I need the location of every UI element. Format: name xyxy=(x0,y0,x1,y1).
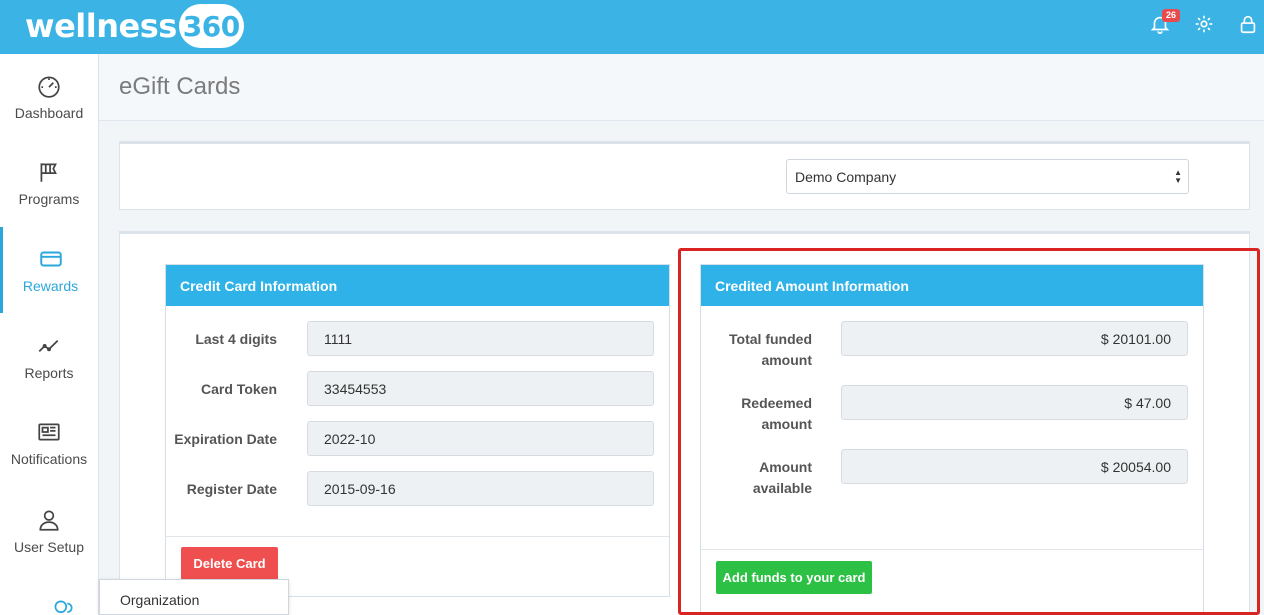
field-label: Card Token xyxy=(201,381,277,397)
card-token-field: 33454553 xyxy=(307,371,654,406)
brand-number: 360 xyxy=(178,4,244,48)
sidebar-item-label: User Setup xyxy=(13,539,85,555)
sidebar-item-reports[interactable]: Reports xyxy=(0,314,98,400)
sidebar-item-label: Rewards xyxy=(22,278,79,294)
field-label: Expiration Date xyxy=(174,431,277,447)
add-funds-button[interactable]: Add funds to your card xyxy=(716,561,872,594)
register-date-field: 2015-09-16 xyxy=(307,471,654,506)
sidebar-item-programs[interactable]: Programs xyxy=(0,140,98,226)
sidebar: Dashboard Programs Rewards Reports Notif… xyxy=(0,54,99,615)
dashboard-gauge-icon xyxy=(38,76,60,98)
expiration-date-field: 2022-10 xyxy=(307,421,654,456)
lock-icon[interactable] xyxy=(1237,13,1259,35)
sidebar-item-label: Reports xyxy=(24,365,74,381)
sidebar-item-dashboard[interactable]: Dashboard xyxy=(0,54,98,140)
credit-card-info-card: Credit Card Information Last 4 digits 11… xyxy=(165,264,670,597)
amount-available-field: $ 20054.00 xyxy=(841,449,1188,484)
organization-icon[interactable] xyxy=(50,597,76,615)
user-setup-person-icon xyxy=(39,510,59,531)
organization-flyout[interactable]: Organization xyxy=(99,579,289,615)
brand-text: wellness xyxy=(25,7,177,45)
field-label: Last 4 digits xyxy=(195,331,277,347)
sidebar-item-label: Programs xyxy=(18,191,80,207)
organization-flyout-label: Organization xyxy=(120,592,200,608)
credited-amount-footer: Add funds to your card xyxy=(701,549,1203,615)
field-label: Amount available xyxy=(752,459,812,496)
total-funded-amount-field: $ 20101.00 xyxy=(841,321,1188,356)
redeemed-amount-field: $ 47.00 xyxy=(841,385,1188,420)
brand-logo[interactable]: wellness 360 xyxy=(25,4,244,48)
credited-amount-info-title: Credited Amount Information xyxy=(701,265,1203,306)
top-bar: wellness 360 26 xyxy=(0,0,1264,54)
delete-card-button[interactable]: Delete Card xyxy=(181,547,278,580)
sidebar-item-user-setup[interactable]: User Setup xyxy=(0,488,98,574)
page-header: eGift Cards xyxy=(99,54,1264,121)
notification-count-badge: 26 xyxy=(1162,9,1181,22)
credit-card-info-title: Credit Card Information xyxy=(166,265,669,306)
programs-flag-icon xyxy=(40,163,57,182)
field-label: Redeemed amount xyxy=(741,395,812,432)
company-select-value: Demo Company xyxy=(795,168,897,185)
reports-line-chart-icon xyxy=(38,339,59,353)
select-arrows-icon: ▲ ▼ xyxy=(1174,168,1182,185)
company-select[interactable]: Demo Company ▲ ▼ xyxy=(786,159,1189,194)
sidebar-item-rewards[interactable]: Rewards xyxy=(0,227,98,313)
sidebar-item-label: Dashboard xyxy=(14,105,84,121)
notifications-newspaper-icon xyxy=(38,423,60,441)
credited-amount-info-card: Credited Amount Information Total funded… xyxy=(700,264,1204,615)
last-4-digits-field: 1111 xyxy=(307,321,654,356)
settings-gear-icon[interactable] xyxy=(1193,13,1215,35)
rewards-card-icon xyxy=(39,251,62,267)
sidebar-item-notifications[interactable]: Notifications xyxy=(0,400,98,486)
sidebar-item-label: Notifications xyxy=(10,451,88,467)
field-label: Total funded amount xyxy=(729,331,812,368)
field-label: Register Date xyxy=(186,481,277,497)
page-title: eGift Cards xyxy=(119,73,241,100)
